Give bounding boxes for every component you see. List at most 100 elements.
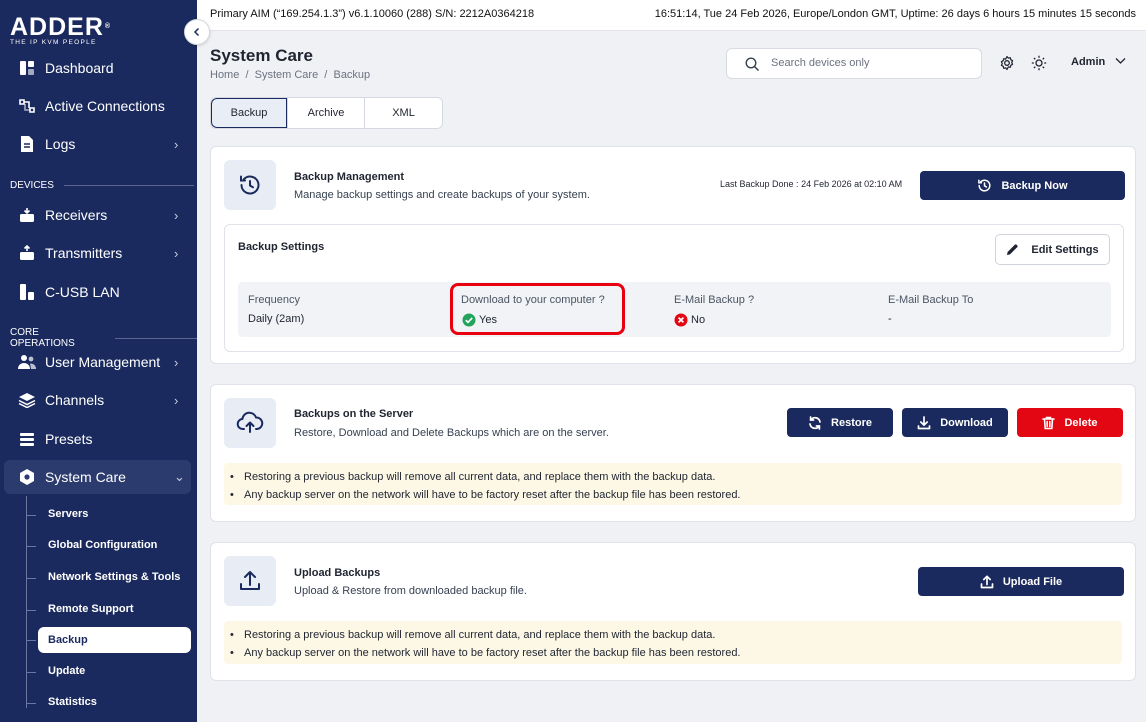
cloud-upload-icon <box>224 398 276 448</box>
edit-settings-button[interactable]: Edit Settings <box>995 234 1110 265</box>
sidebar-sub-update[interactable]: Update <box>26 665 86 677</box>
sidebar-sub-network-settings[interactable]: Network Settings & Tools <box>26 571 181 583</box>
subtree-tick <box>26 703 36 704</box>
backup-now-button[interactable]: Backup Now <box>920 171 1125 200</box>
connections-icon <box>18 97 36 115</box>
bullet: • <box>230 488 234 501</box>
card-title: Upload Backups <box>294 567 381 579</box>
system-time-uptime: 16:51:14, Tue 24 Feb 2026, Europe/London… <box>654 8 1136 20</box>
section-divider <box>114 337 197 339</box>
sidebar-sub-global-configuration[interactable]: Global Configuration <box>26 539 158 551</box>
settings-title: Backup Settings <box>238 241 325 253</box>
sidebar-item-active-connections[interactable]: Active Connections <box>0 91 197 121</box>
tab-xml[interactable]: XML <box>365 98 442 128</box>
download-button[interactable]: Download <box>902 408 1008 437</box>
tab-backup[interactable]: Backup <box>211 98 288 128</box>
upload-icon <box>224 556 276 606</box>
server-backups-card: Backups on the Server Restore, Download … <box>210 384 1136 522</box>
sub-item-label: Update <box>48 665 86 677</box>
note-item: • Any backup server on the network will h… <box>230 646 1122 664</box>
subtree-tick <box>26 640 36 641</box>
button-label: Restore <box>831 416 872 429</box>
last-backup-value: 24 Feb 2026 at 02:10 AM <box>801 179 903 189</box>
warning-notes: • Restoring a previous backup will remove… <box>224 621 1122 664</box>
sidebar: ADDER® THE IP KVM PEOPLE Dashboard Activ… <box>0 0 197 722</box>
delete-button[interactable]: Delete <box>1017 408 1123 437</box>
chevron-down-icon: ⌄ <box>174 469 185 484</box>
collapse-sidebar-button[interactable] <box>184 19 210 45</box>
sidebar-item-channels[interactable]: Channels › <box>0 385 197 415</box>
settings-gear-icon[interactable] <box>999 55 1015 71</box>
sidebar-item-label: Logs <box>45 136 76 152</box>
tab-archive[interactable]: Archive <box>288 98 365 128</box>
chevron-right-icon: › <box>174 392 179 408</box>
backup-settings-panel: Backup Settings Edit Settings Frequency … <box>224 224 1124 352</box>
adder-logo[interactable]: ADDER® THE IP KVM PEOPLE <box>10 14 111 46</box>
sub-item-label: Statistics <box>48 696 97 708</box>
button-label: Upload File <box>1002 575 1063 588</box>
note-text: Restoring a previous backup will remove … <box>244 629 716 641</box>
logo-trademark: ® <box>104 23 112 30</box>
note-item: • Restoring a previous backup will remove… <box>230 470 1122 488</box>
trash-icon <box>1042 416 1056 429</box>
sidebar-item-c-usb-lan[interactable]: C-USB LAN <box>0 277 197 307</box>
history-icon <box>978 179 992 192</box>
subtree-tick <box>26 578 36 579</box>
section-devices: DEVICES <box>10 180 194 191</box>
section-label: CORE OPERATIONS <box>10 327 75 349</box>
restore-button[interactable]: Restore <box>787 408 893 437</box>
email-backup-header: E-Mail Backup ? <box>674 294 755 306</box>
refresh-icon <box>809 415 821 430</box>
sidebar-item-system-care[interactable]: System Care ⌄ <box>4 460 191 494</box>
value-text: No <box>691 314 706 326</box>
subtree-line <box>26 496 27 708</box>
sidebar-sub-remote-support[interactable]: Remote Support <box>26 603 134 615</box>
sidebar-item-logs[interactable]: Logs › <box>0 129 197 159</box>
sidebar-item-label: User Management <box>45 354 161 370</box>
sub-item-label: Remote Support <box>48 603 134 615</box>
bullet: • <box>230 646 234 659</box>
logo-tagline: THE IP KVM PEOPLE <box>10 39 97 46</box>
sidebar-sub-backup[interactable]: Backup <box>26 627 191 653</box>
last-backup-label: Last Backup Done : <box>720 179 802 189</box>
bullet: • <box>230 629 234 641</box>
upload-file-button[interactable]: Upload File <box>918 567 1124 596</box>
logs-icon <box>18 135 36 153</box>
note-item: • Any backup server on the network will h… <box>230 488 1122 506</box>
sidebar-sub-statistics[interactable]: Statistics <box>26 696 97 708</box>
sidebar-item-label: Presets <box>45 431 93 447</box>
search-box[interactable] <box>726 48 982 79</box>
card-description: Upload & Restore from downloaded backup … <box>294 585 527 597</box>
receiver-icon <box>18 206 36 224</box>
sidebar-item-user-management[interactable]: User Management › <box>0 347 197 377</box>
value-text: - <box>888 313 892 325</box>
frequency-value: Daily (2am) <box>248 313 304 325</box>
subtree-tick <box>26 515 36 516</box>
chevron-right-icon: › <box>174 354 179 370</box>
page-title: System Care <box>210 46 314 65</box>
theme-sun-icon[interactable] <box>1031 55 1047 71</box>
user-menu[interactable]: Admin <box>1071 56 1126 68</box>
sidebar-sub-servers[interactable]: Servers <box>26 508 89 520</box>
upload-backups-card: Upload Backups Upload & Restore from dow… <box>210 542 1136 681</box>
pencil-icon <box>1007 244 1018 255</box>
sidebar-item-receivers[interactable]: Receivers › <box>0 200 197 230</box>
sidebar-item-transmitters[interactable]: Transmitters › <box>0 238 197 268</box>
sidebar-item-dashboard[interactable]: Dashboard <box>0 53 197 83</box>
bullet: • <box>230 471 234 483</box>
breadcrumb[interactable]: Home / System Care / Backup <box>210 69 370 81</box>
warning-notes: • Restoring a previous backup will remove… <box>224 463 1122 505</box>
sub-item-label: Network Settings & Tools <box>48 571 181 583</box>
chevron-left-icon <box>193 27 200 37</box>
sub-item-label: Servers <box>48 508 89 520</box>
section-label: DEVICES <box>10 180 54 191</box>
sub-item-label: Global Configuration <box>48 539 158 551</box>
sidebar-item-label: Channels <box>45 392 105 408</box>
search-input[interactable] <box>771 57 971 69</box>
email-backup-to-header: E-Mail Backup To <box>888 294 974 306</box>
card-title: Backup Management <box>294 171 405 183</box>
dashboard-icon <box>18 59 36 77</box>
sidebar-item-label: Active Connections <box>45 98 165 114</box>
sidebar-item-presets[interactable]: Presets <box>0 424 197 454</box>
value-text: Daily (2am) <box>248 313 305 325</box>
